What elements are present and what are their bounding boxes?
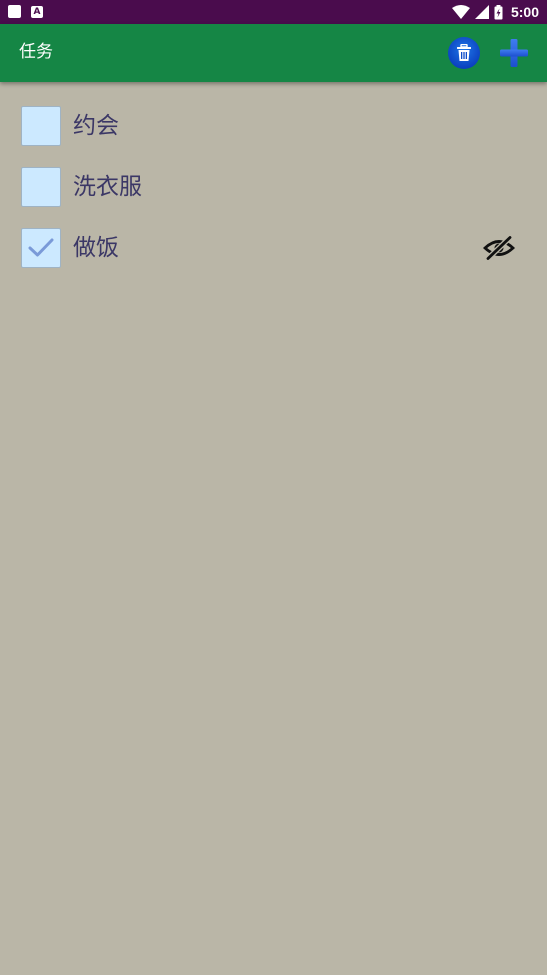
task-label: 洗衣服: [73, 174, 142, 200]
task-row[interactable]: 洗衣服: [0, 157, 547, 218]
status-bar: A 5:00: [0, 0, 547, 24]
signal-icon: [474, 5, 489, 19]
wifi-icon: [451, 5, 470, 19]
notification-square-icon: [8, 5, 21, 18]
trash-icon: [457, 44, 471, 61]
hide-task-button[interactable]: [482, 231, 516, 265]
eye-off-icon: [483, 235, 515, 261]
plus-icon: [500, 39, 528, 67]
task-checkbox-checked[interactable]: [21, 228, 61, 268]
delete-button[interactable]: [448, 37, 480, 69]
battery-icon: [494, 4, 503, 19]
page-title: 任务: [19, 42, 53, 62]
task-row[interactable]: 约会: [0, 96, 547, 157]
status-left-icons: A: [8, 5, 43, 18]
checkmark-icon: [28, 238, 54, 257]
add-task-button[interactable]: [498, 37, 530, 69]
task-list: 约会 洗衣服 做饭: [0, 96, 547, 279]
a-letter-icon: A: [31, 5, 43, 18]
task-row[interactable]: 做饭: [0, 218, 547, 279]
status-time: 5:00: [510, 4, 539, 20]
task-checkbox[interactable]: [21, 167, 61, 207]
status-right-icons: 5:00: [451, 3, 539, 21]
task-label: 约会: [73, 113, 119, 139]
task-label: 做饭: [73, 235, 119, 261]
task-checkbox[interactable]: [21, 106, 61, 146]
app-bar: 任务: [0, 24, 547, 82]
